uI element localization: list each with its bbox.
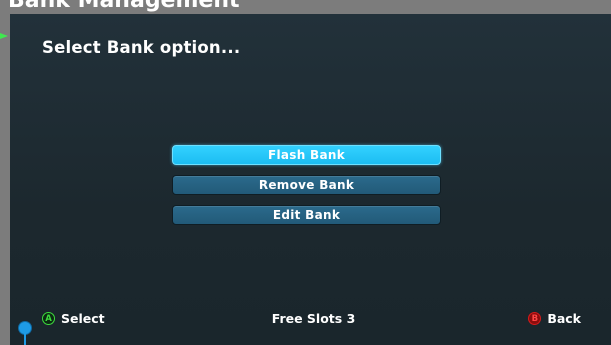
pin-stem [24,332,26,345]
location-pin-icon [19,322,31,345]
window-title: Bank Management [8,0,240,13]
remove-bank-button[interactable]: Remove Bank [172,175,441,195]
page-title: Select Bank option... [42,38,241,57]
green-arrow-marker-icon [0,33,8,39]
footer-bar: A Select Free Slots 3 B Back [10,311,611,329]
bank-options-screen: Select Bank option... Flash Bank Remove … [10,14,611,345]
free-slots-status: Free Slots 3 [271,311,356,326]
b-button-icon: B [528,312,542,325]
flash-bank-button[interactable]: Flash Bank [172,145,441,165]
app-frame: Bank Management Select Bank option... Fl… [0,0,611,345]
edit-bank-button[interactable]: Edit Bank [172,205,441,225]
back-label: Back [547,311,581,326]
back-hint[interactable]: B Back [528,311,581,326]
bank-options-menu: Flash Bank Remove Bank Edit Bank [172,145,441,235]
